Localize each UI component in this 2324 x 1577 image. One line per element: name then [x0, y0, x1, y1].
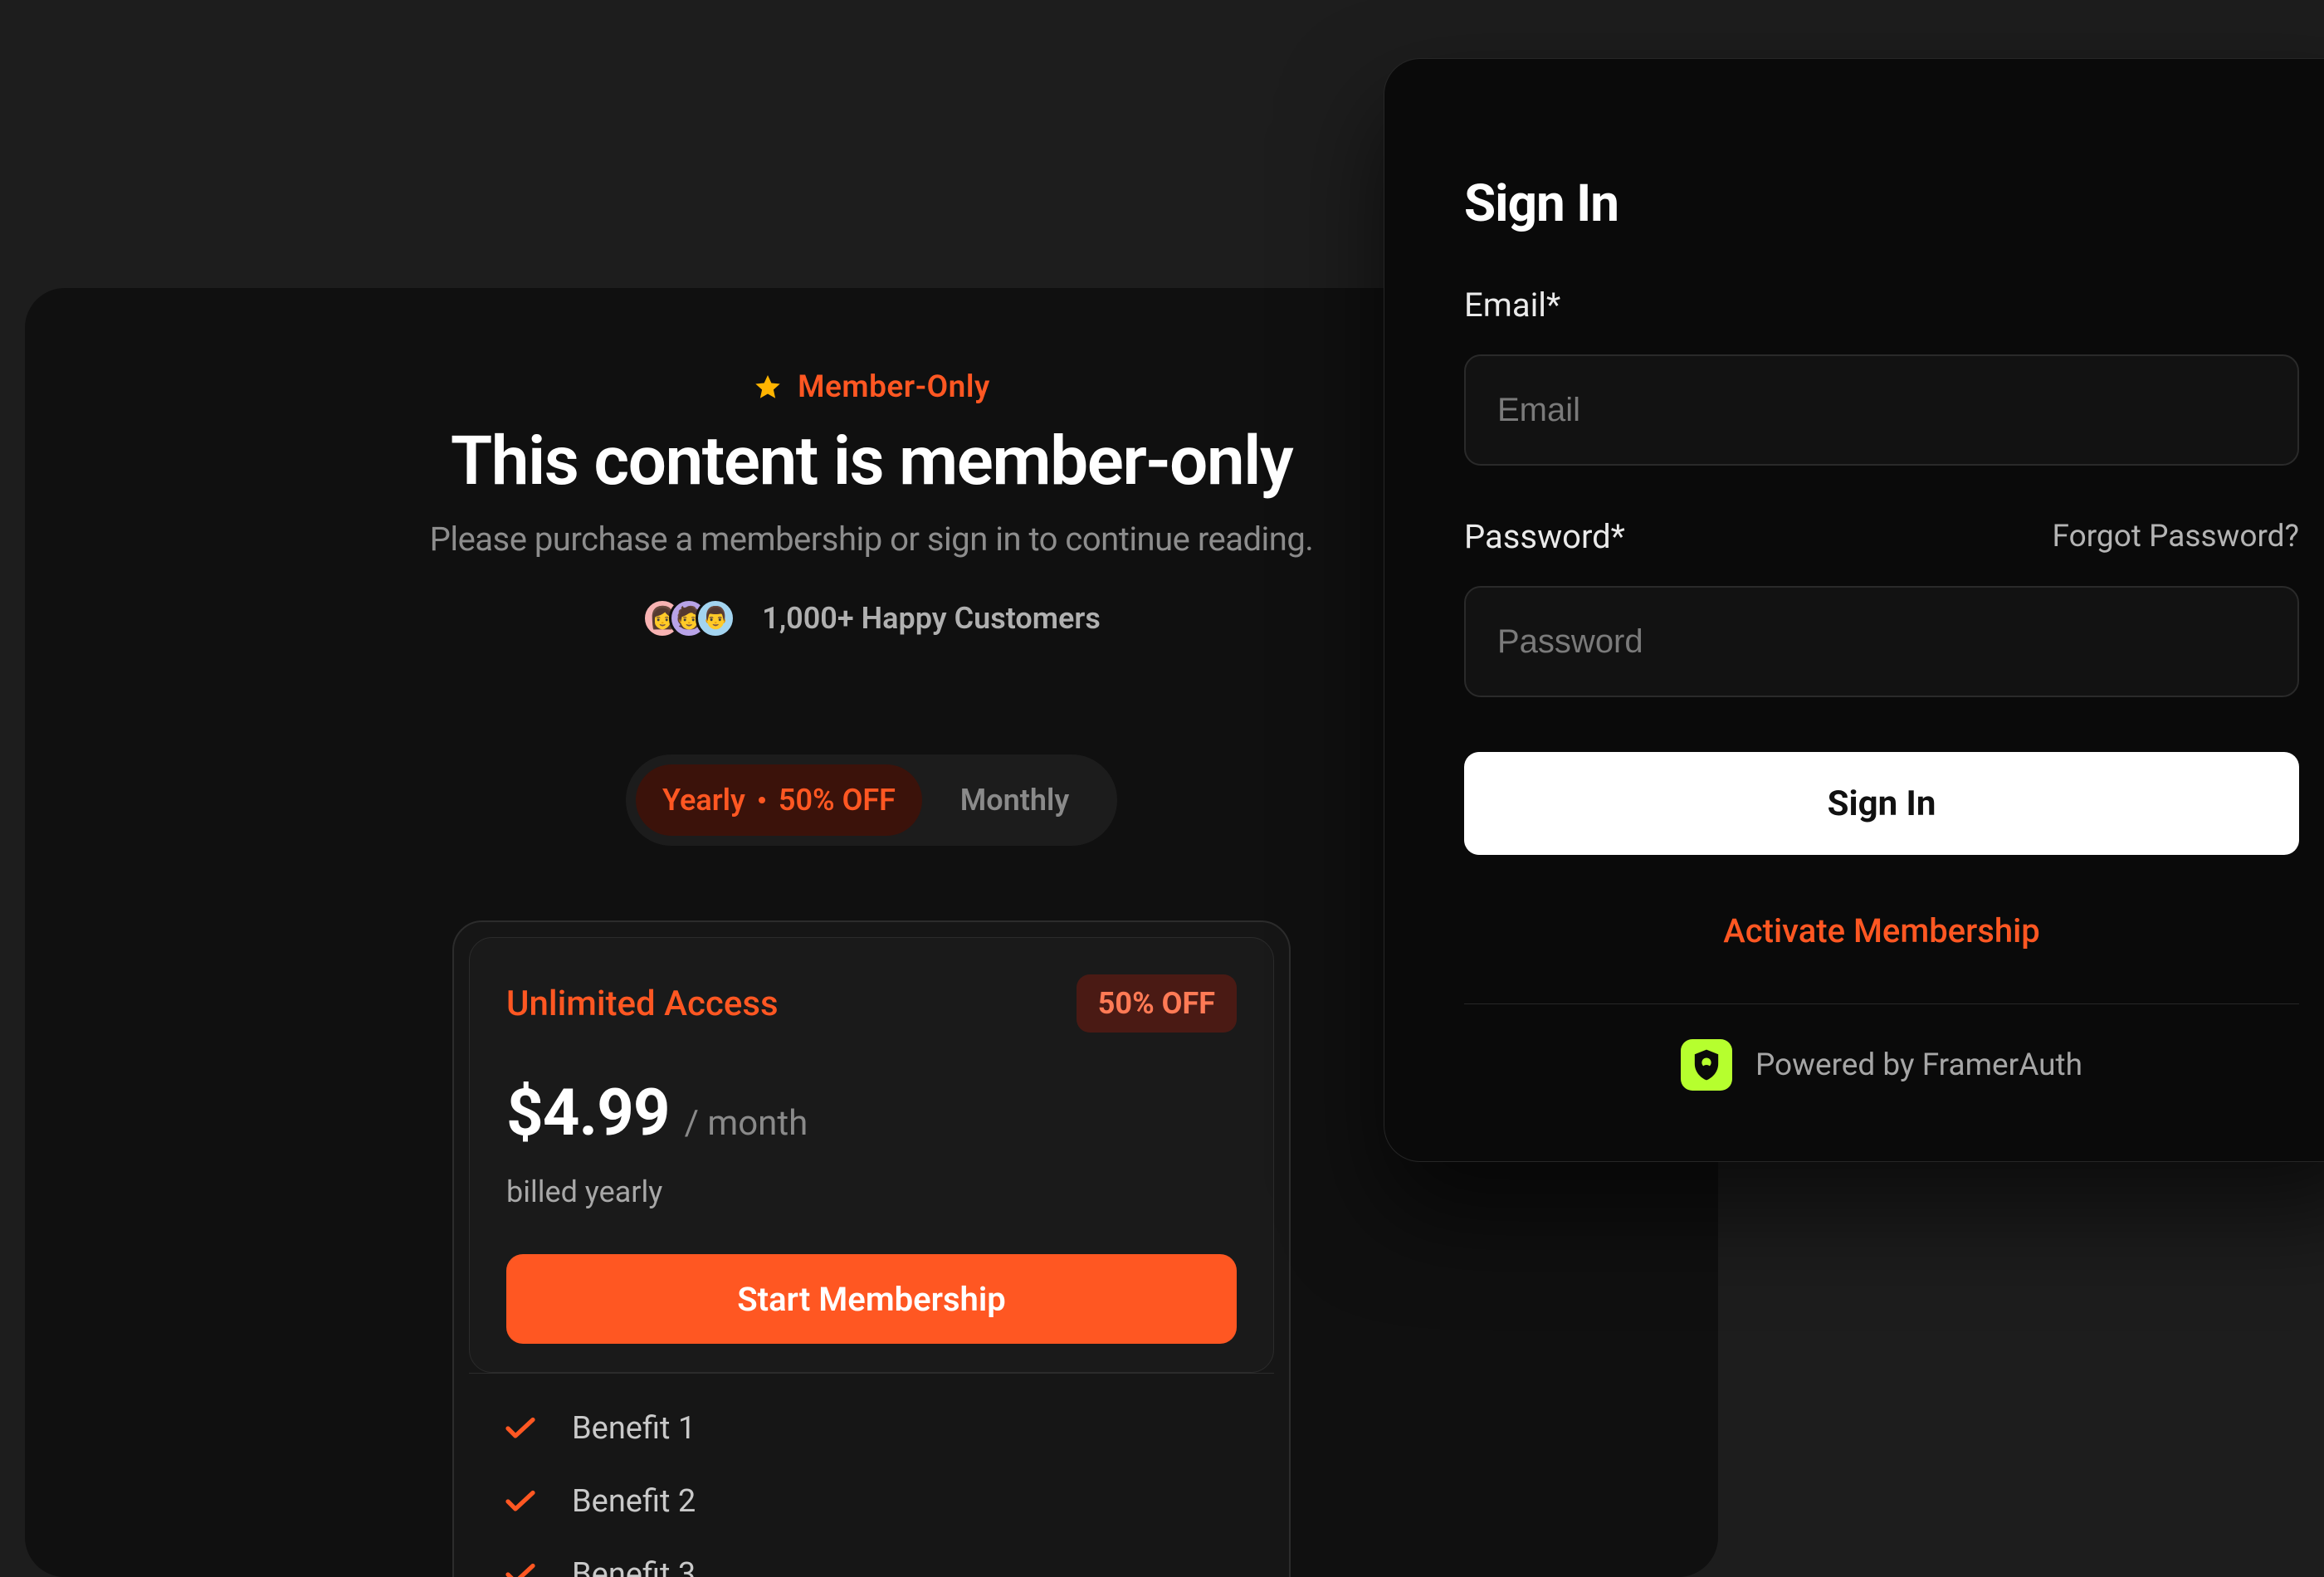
member-only-label: Member-Only [798, 369, 990, 405]
list-item: Benefit 2 [505, 1483, 1238, 1520]
plan-discount-badge: 50% OFF [1077, 974, 1237, 1033]
powered-by-row: Powered by FramerAuth [1464, 1039, 2299, 1091]
benefit-label: Benefit 2 [572, 1483, 696, 1520]
start-membership-label: Start Membership [737, 1280, 1006, 1319]
toggle-yearly-discount: 50% OFF [779, 783, 896, 818]
list-item: Benefit 1 [505, 1410, 1238, 1447]
email-field[interactable] [1464, 354, 2299, 466]
toggle-yearly-label: Yearly [662, 783, 745, 818]
benefit-label: Benefit 1 [572, 1410, 696, 1447]
toggle-monthly[interactable]: Monthly [922, 764, 1107, 836]
plan-card-top: Unlimited Access 50% OFF $4.99 / month b… [469, 937, 1274, 1373]
divider [1464, 1003, 2299, 1004]
email-label: Email* [1464, 286, 2299, 325]
check-icon [505, 1563, 535, 1577]
activate-membership-link[interactable]: Activate Membership [1464, 911, 2299, 950]
toggle-yearly[interactable]: Yearly 50% OFF [636, 764, 922, 836]
start-membership-button[interactable]: Start Membership [506, 1254, 1237, 1344]
plan-benefits-list: Benefit 1 Benefit 2 Benefit 3 [469, 1373, 1274, 1577]
signin-button[interactable]: Sign In [1464, 752, 2299, 855]
plan-card: Unlimited Access 50% OFF $4.99 / month b… [452, 920, 1291, 1577]
benefit-label: Benefit 3 [572, 1556, 696, 1577]
powered-by-text: Powered by FramerAuth [1755, 1047, 2082, 1083]
plan-price: $4.99 [506, 1076, 670, 1151]
customer-avatars: 👩 🧑 👨 [642, 598, 735, 638]
signin-panel: Sign In Email* Password* Forgot Password… [1384, 58, 2324, 1162]
check-icon [505, 1490, 535, 1513]
plan-billed-text: billed yearly [506, 1174, 1237, 1209]
password-label: Password* [1464, 517, 1625, 556]
plan-price-per: / month [685, 1103, 808, 1144]
plan-name: Unlimited Access [506, 984, 779, 1024]
password-field[interactable] [1464, 586, 2299, 697]
toggle-monthly-label: Monthly [960, 783, 1069, 818]
separator-dot-icon [759, 797, 765, 803]
star-icon [753, 373, 783, 403]
signin-title: Sign In [1464, 173, 2299, 234]
list-item: Benefit 3 [505, 1556, 1238, 1577]
signin-button-label: Sign In [1828, 784, 1936, 824]
happy-customers-text: 1,000+ Happy Customers [762, 601, 1101, 636]
check-icon [505, 1417, 535, 1440]
billing-cycle-toggle: Yearly 50% OFF Monthly [626, 754, 1117, 846]
avatar: 👨 [696, 598, 735, 638]
framerauth-logo-icon [1681, 1039, 1732, 1091]
forgot-password-link[interactable]: Forgot Password? [2053, 519, 2299, 554]
